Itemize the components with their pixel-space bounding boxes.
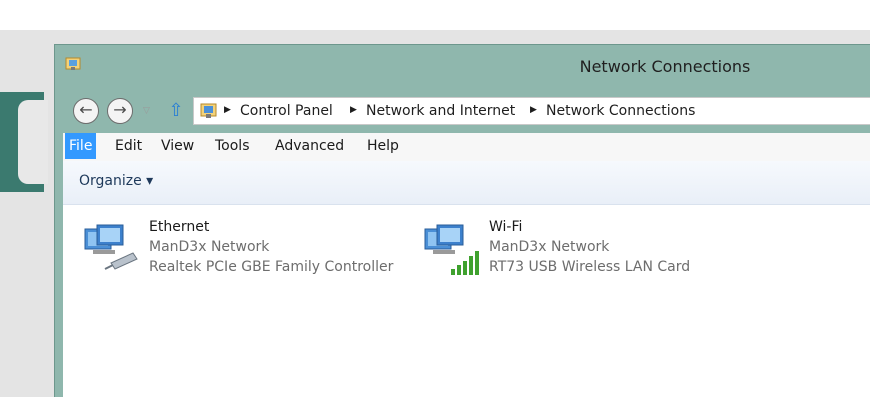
background-window-inner [18, 100, 48, 184]
organize-button[interactable]: Organize ▾ [79, 173, 153, 189]
connection-item-ethernet[interactable]: Ethernet ManD3x Network Realtek PCIe GBE… [63, 219, 393, 281]
control-panel-icon [200, 103, 217, 118]
breadcrumb-network-connections[interactable]: Network Connections [546, 103, 695, 119]
menu-advanced[interactable]: Advanced [271, 133, 348, 159]
breadcrumb-control-panel[interactable]: Control Panel [240, 103, 333, 119]
background-window [0, 92, 48, 192]
connection-item-wifi[interactable]: Wi-Fi ManD3x Network RT73 USB Wireless L… [403, 219, 733, 281]
breadcrumb-separator-icon[interactable]: ▶ [224, 105, 231, 115]
network-connections-window: Network Connections ← → ▽ ⇧ ▶ Control Pa… [54, 44, 870, 398]
menu-file[interactable]: File [65, 133, 97, 159]
connection-name: Ethernet [149, 219, 210, 235]
menu-view[interactable]: View [157, 133, 198, 159]
breadcrumb-separator-icon[interactable]: ▶ [530, 105, 537, 115]
title-bar[interactable]: Network Connections [55, 45, 870, 91]
wifi-adapter-icon [424, 224, 479, 275]
navigation-bar: ← → ▽ ⇧ ▶ Control Panel ▶ Network and In… [63, 95, 870, 129]
address-bar[interactable]: ▶ Control Panel ▶ Network and Internet ▶… [193, 97, 870, 125]
window-title: Network Connections [579, 57, 751, 76]
connections-list: Ethernet ManD3x Network Realtek PCIe GBE… [63, 205, 870, 398]
command-bar: Organize ▾ [63, 161, 870, 205]
up-arrow-icon[interactable]: ⇧ [167, 101, 185, 121]
breadcrumb-separator-icon[interactable]: ▶ [350, 105, 357, 115]
ethernet-adapter-icon [84, 224, 138, 270]
connection-name: Wi-Fi [489, 219, 523, 235]
menu-bar: File Edit View Tools Advanced Help [63, 133, 870, 161]
desktop-top-band [0, 0, 870, 30]
connection-network: ManD3x Network [149, 239, 270, 255]
recent-locations-dropdown-icon[interactable]: ▽ [143, 106, 150, 116]
menu-edit[interactable]: Edit [111, 133, 146, 159]
menu-help[interactable]: Help [363, 133, 403, 159]
menu-tools[interactable]: Tools [211, 133, 254, 159]
connection-device: RT73 USB Wireless LAN Card [489, 259, 691, 275]
breadcrumb-network-and-internet[interactable]: Network and Internet [366, 103, 515, 119]
connection-device: Realtek PCIe GBE Family Controller [149, 259, 394, 275]
forward-button[interactable]: → [107, 98, 133, 124]
back-button[interactable]: ← [73, 98, 99, 124]
connection-network: ManD3x Network [489, 239, 610, 255]
network-folder-icon[interactable] [65, 55, 83, 73]
